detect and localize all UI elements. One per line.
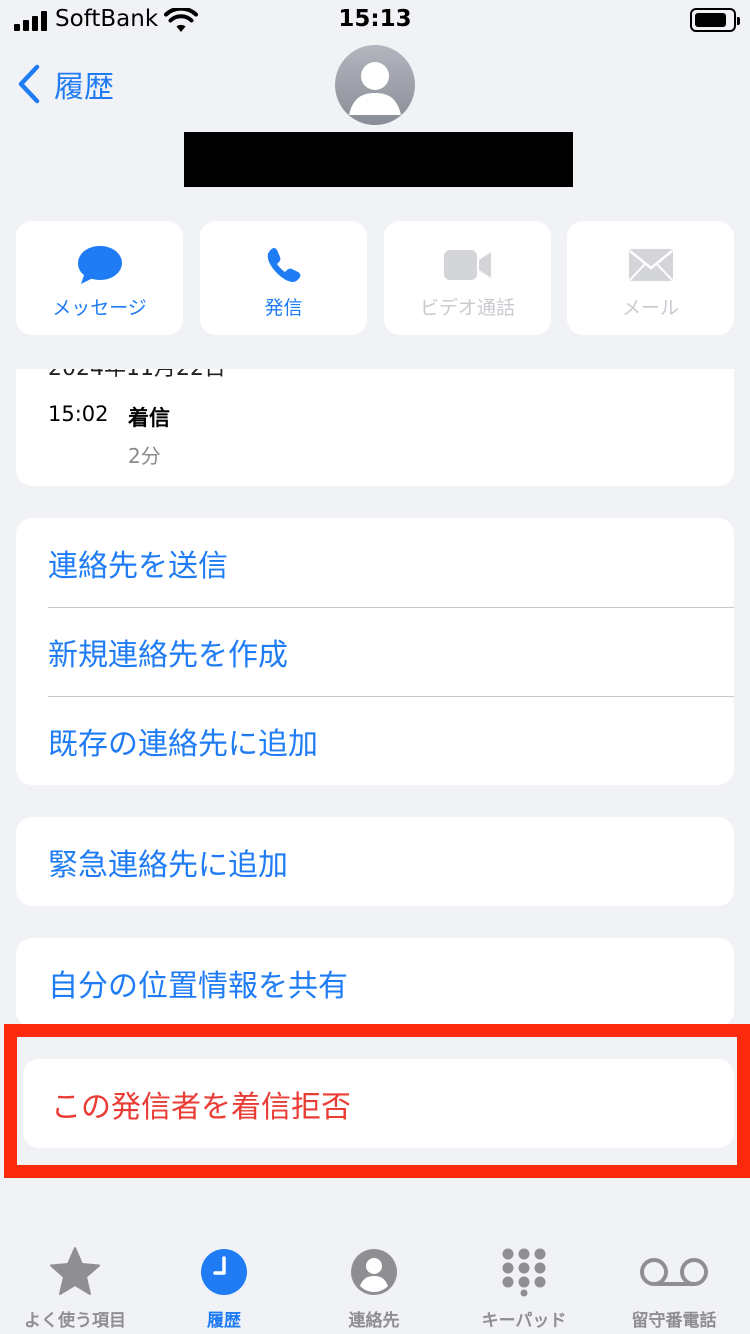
- highlight-box: [4, 1024, 750, 1178]
- person-silhouette-icon: [349, 62, 401, 115]
- clock-time: 15:13: [338, 6, 412, 32]
- tab-label: よく使う項目: [24, 1311, 126, 1331]
- message-bubble-icon: [77, 246, 122, 284]
- person-circle-icon: [351, 1249, 397, 1295]
- clock-icon: [201, 1249, 247, 1295]
- video-call-label: ビデオ通話: [419, 297, 515, 319]
- voicemail-icon: [640, 1258, 708, 1286]
- quick-actions: メッセージ 発信 ビデオ通話 メール: [16, 221, 734, 335]
- share-location-row[interactable]: 自分の位置情報を共有: [16, 938, 734, 1027]
- message-label: メッセージ: [52, 297, 147, 319]
- contact-avatar: [335, 45, 415, 125]
- call-duration: 2分: [128, 444, 161, 468]
- share-contact-row[interactable]: 連絡先を送信: [16, 518, 734, 607]
- status-bar: SoftBank 15:13: [0, 0, 750, 42]
- location-group: 自分の位置情報を共有: [16, 938, 734, 1027]
- call-button[interactable]: 発信: [200, 221, 367, 335]
- message-button[interactable]: メッセージ: [16, 221, 183, 335]
- call-date: 2024年11月22日: [48, 369, 226, 382]
- tab-label: 履歴: [207, 1311, 241, 1331]
- tab-label: 連絡先: [348, 1311, 400, 1331]
- back-label: 履歴: [54, 70, 114, 105]
- battery-level: [695, 13, 726, 27]
- mail-label: メール: [621, 297, 679, 319]
- call-time: 15:02: [48, 402, 109, 426]
- video-call-button[interactable]: ビデオ通話: [384, 221, 551, 335]
- tab-label: キーパッド: [481, 1311, 567, 1331]
- chevron-left-icon: [18, 64, 40, 104]
- tab-voicemail[interactable]: 留守番電話: [599, 1236, 749, 1334]
- tab-keypad[interactable]: キーパッド: [449, 1236, 599, 1334]
- battery-icon: [690, 8, 740, 32]
- tab-contacts[interactable]: 連絡先: [299, 1236, 449, 1334]
- video-camera-icon: [443, 250, 491, 280]
- tab-favorites[interactable]: よく使う項目: [0, 1236, 150, 1334]
- star-icon: [50, 1247, 100, 1295]
- envelope-icon: [628, 249, 673, 281]
- call-label: 発信: [264, 297, 303, 319]
- tab-label: 留守番電話: [631, 1311, 717, 1331]
- add-to-existing-contact-row[interactable]: 既存の連絡先に追加: [16, 696, 734, 785]
- mail-button[interactable]: メール: [567, 221, 734, 335]
- redacted-contact-name: [184, 132, 573, 187]
- tab-bar: よく使う項目 履歴 連絡先 キーパッド 留守番電話: [0, 1236, 750, 1334]
- tab-recents[interactable]: 履歴: [149, 1236, 299, 1334]
- back-button[interactable]: 履歴: [18, 62, 114, 106]
- keypad-icon: [502, 1248, 546, 1297]
- create-new-contact-row[interactable]: 新規連絡先を作成: [16, 607, 734, 696]
- add-emergency-contact-row[interactable]: 緊急連絡先に追加: [16, 817, 734, 906]
- emergency-group: 緊急連絡先に追加: [16, 817, 734, 906]
- call-history-card: 2024年11月22日 15:02 着信 2分: [16, 369, 734, 486]
- call-type: 着信: [128, 406, 170, 430]
- contact-actions-group: 連絡先を送信 新規連絡先を作成 既存の連絡先に追加: [16, 518, 734, 785]
- phone-icon: [267, 248, 300, 282]
